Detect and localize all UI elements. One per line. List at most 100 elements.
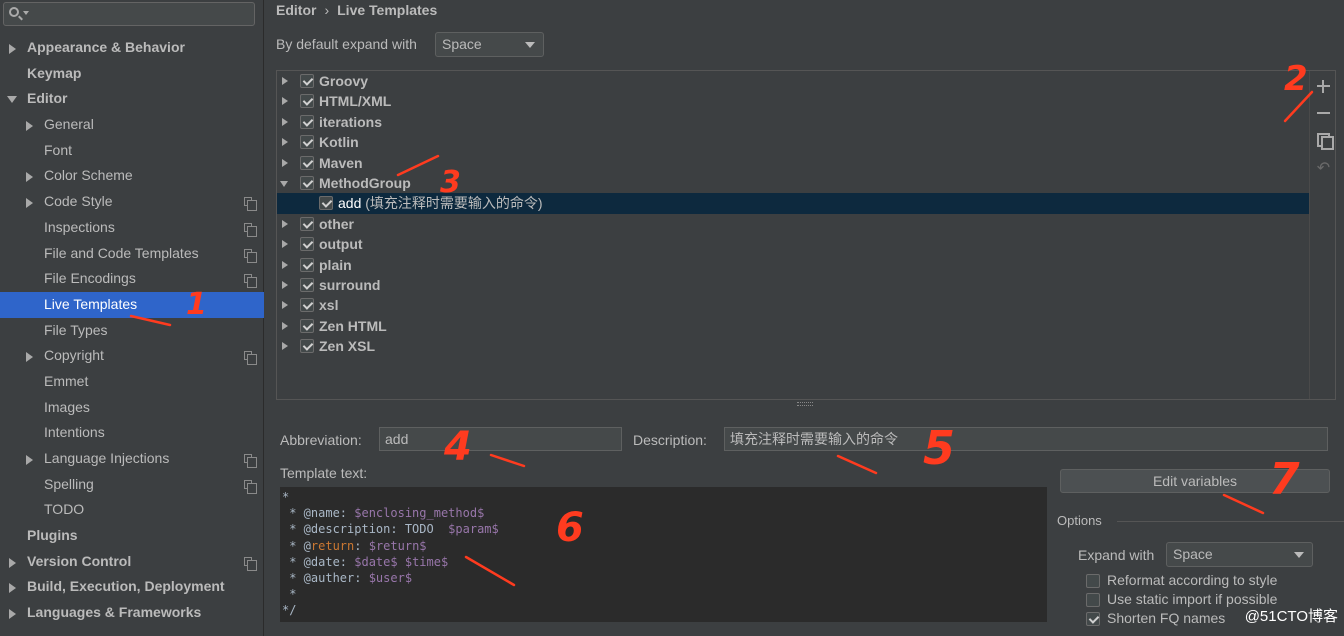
collapsed-arrow-icon[interactable] xyxy=(282,117,288,126)
collapsed-arrow-icon[interactable] xyxy=(9,609,16,620)
group-checkbox[interactable] xyxy=(300,155,314,170)
sidebar-item[interactable]: Font xyxy=(0,138,264,164)
splitter-handle[interactable] xyxy=(797,402,813,406)
template-group-row[interactable]: Kotlin xyxy=(277,132,1309,152)
sidebar-item[interactable]: Build, Execution, Deployment xyxy=(0,574,264,600)
template-group-row[interactable]: surround xyxy=(277,275,1309,295)
sidebar-item[interactable]: Images xyxy=(0,395,264,421)
template-group-row[interactable]: Groovy xyxy=(277,71,1309,91)
collapsed-arrow-icon[interactable] xyxy=(26,198,33,209)
expanded-arrow-icon[interactable] xyxy=(280,180,288,187)
sidebar-item[interactable]: Color Scheme xyxy=(0,163,264,189)
collapsed-arrow-icon[interactable] xyxy=(282,219,288,228)
static-import-checkbox[interactable] xyxy=(1086,593,1100,607)
sidebar-item[interactable]: Intentions xyxy=(0,420,264,446)
collapsed-arrow-icon[interactable] xyxy=(282,301,288,310)
search-input[interactable] xyxy=(32,5,252,23)
template-variable: $date$ xyxy=(354,554,398,569)
remove-template-button[interactable] xyxy=(1316,106,1331,121)
template-text: */ xyxy=(282,603,297,618)
sidebar-item-label: Editor xyxy=(27,90,68,107)
group-checkbox[interactable] xyxy=(300,277,314,292)
collapsed-arrow-icon[interactable] xyxy=(9,583,16,594)
template-group-row[interactable]: HTML/XML xyxy=(277,91,1309,111)
sidebar-item[interactable]: Live Templates xyxy=(0,291,264,318)
template-group-row[interactable]: iterations xyxy=(277,112,1309,132)
group-checkbox[interactable] xyxy=(300,114,314,129)
template-row[interactable]: add (填充注释时需要输入的命令) xyxy=(277,193,1309,214)
sidebar-item-label: Plugins xyxy=(27,527,78,544)
project-settings-icon xyxy=(244,248,257,263)
collapsed-arrow-icon[interactable] xyxy=(282,342,288,351)
collapsed-arrow-icon[interactable] xyxy=(26,352,33,363)
copy-template-button[interactable] xyxy=(1316,132,1334,150)
sidebar-item[interactable]: Spelling xyxy=(0,472,264,498)
template-group-row[interactable]: Zen HTML xyxy=(277,316,1309,336)
sidebar-item[interactable]: Code Style xyxy=(0,189,264,215)
sidebar-item[interactable]: General xyxy=(0,112,264,138)
template-group-row[interactable]: other xyxy=(277,214,1309,234)
undo-icon[interactable]: ↶ xyxy=(1316,161,1331,177)
group-checkbox[interactable] xyxy=(300,135,314,150)
group-checkbox[interactable] xyxy=(300,94,314,109)
sidebar-item[interactable]: Inspections xyxy=(0,215,264,241)
sidebar-item[interactable]: Appearance & Behavior xyxy=(0,35,264,61)
collapsed-arrow-icon[interactable] xyxy=(282,240,288,249)
shorten-fq-checkbox[interactable] xyxy=(1086,612,1100,626)
expanded-arrow-icon[interactable] xyxy=(7,96,17,104)
collapsed-arrow-icon[interactable] xyxy=(282,321,288,330)
template-text: * xyxy=(282,490,290,504)
group-checkbox[interactable] xyxy=(300,257,314,272)
collapsed-arrow-icon[interactable] xyxy=(9,44,16,54)
template-group-row[interactable]: plain xyxy=(277,255,1309,275)
collapsed-arrow-icon[interactable] xyxy=(26,455,33,465)
options-divider xyxy=(1117,521,1344,522)
collapsed-arrow-icon[interactable] xyxy=(282,97,288,106)
collapsed-arrow-icon[interactable] xyxy=(282,280,288,289)
sidebar-item[interactable]: Language Injections xyxy=(0,446,264,472)
sidebar-item[interactable]: Keymap xyxy=(0,61,264,87)
group-checkbox[interactable] xyxy=(300,237,314,252)
sidebar-item[interactable]: Emmet xyxy=(0,369,264,395)
template-text-editor[interactable]: * * @name: $enclosing_method$ * @descrip… xyxy=(280,487,1047,622)
collapsed-arrow-icon[interactable] xyxy=(9,557,16,568)
template-group-row[interactable]: Zen XSL xyxy=(277,336,1309,356)
template-group-row[interactable]: xsl xyxy=(277,295,1309,315)
sidebar-item[interactable]: File and Code Templates xyxy=(0,241,264,267)
group-checkbox[interactable] xyxy=(300,74,314,88)
sidebar-item[interactable]: Editor xyxy=(0,86,264,112)
description-input[interactable] xyxy=(724,427,1328,451)
expand-with-select[interactable]: Space xyxy=(1166,542,1313,567)
add-template-button[interactable] xyxy=(1316,79,1331,94)
collapsed-arrow-icon[interactable] xyxy=(26,172,33,183)
group-checkbox[interactable] xyxy=(300,216,314,231)
collapsed-arrow-icon[interactable] xyxy=(282,260,288,269)
settings-search[interactable] xyxy=(3,2,255,26)
sidebar-item[interactable]: Plugins xyxy=(0,523,264,549)
sidebar-item-label: Spelling xyxy=(44,475,94,492)
default-expand-select[interactable]: Space xyxy=(435,32,544,57)
search-options-caret-icon[interactable] xyxy=(23,11,29,15)
collapsed-arrow-icon[interactable] xyxy=(26,121,33,132)
group-checkbox[interactable] xyxy=(300,339,314,354)
sidebar-item[interactable]: File Types xyxy=(0,318,264,344)
collapsed-arrow-icon[interactable] xyxy=(282,138,288,147)
sidebar-item[interactable]: TODO xyxy=(0,497,264,523)
sidebar-item[interactable]: File Encodings xyxy=(0,266,264,292)
template-group-row[interactable]: MethodGroup xyxy=(277,173,1309,193)
group-checkbox[interactable] xyxy=(300,175,314,190)
template-group-row[interactable]: Maven xyxy=(277,153,1309,173)
reformat-checkbox[interactable] xyxy=(1086,574,1100,588)
collapsed-arrow-icon[interactable] xyxy=(282,77,288,85)
sidebar-item[interactable]: Copyright xyxy=(0,343,264,369)
collapsed-arrow-icon[interactable] xyxy=(282,158,288,167)
chevron-down-icon xyxy=(1294,552,1304,558)
template-checkbox[interactable] xyxy=(319,196,333,211)
template-line: */ xyxy=(282,602,1047,618)
group-checkbox[interactable] xyxy=(300,318,314,333)
sidebar-item[interactable]: Version Control xyxy=(0,549,264,575)
group-checkbox[interactable] xyxy=(300,298,314,313)
abbreviation-input[interactable] xyxy=(379,427,622,451)
template-group-row[interactable]: output xyxy=(277,234,1309,254)
sidebar-item[interactable]: Languages & Frameworks xyxy=(0,600,264,626)
